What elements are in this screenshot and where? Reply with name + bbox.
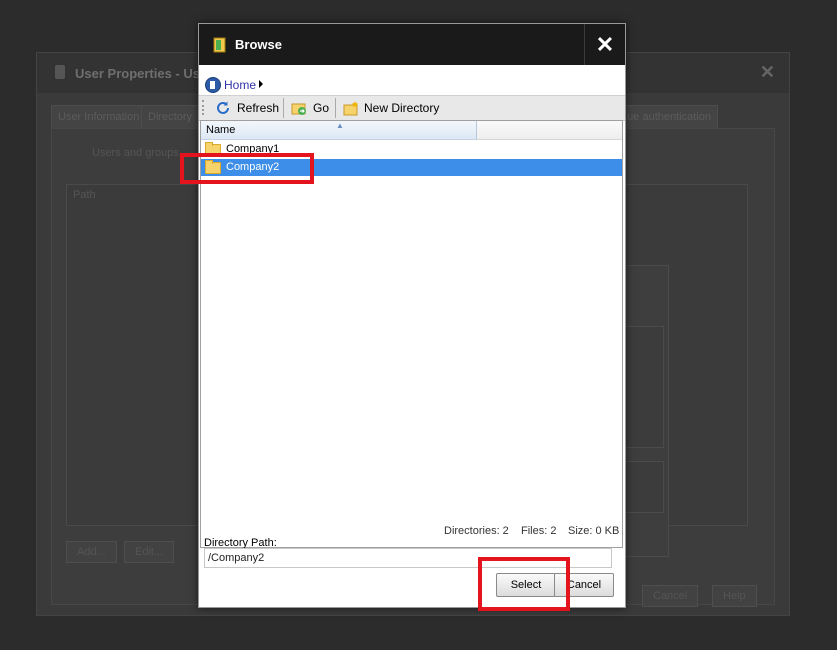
refresh-button[interactable]: Refresh <box>213 98 279 118</box>
list-item-label: Company1 <box>226 143 280 155</box>
background-tab-authentication: ...ue authentication <box>611 105 718 129</box>
go-button[interactable]: Go <box>289 98 331 118</box>
browse-door-icon <box>213 37 226 53</box>
go-folder-icon <box>291 103 306 115</box>
new-directory-button[interactable]: New Directory <box>341 98 441 118</box>
close-button[interactable]: ✕ <box>584 24 625 65</box>
status-files: Files: 2 <box>521 525 557 537</box>
background-add-button: Add... <box>66 541 117 563</box>
column-name-label: Name <box>206 124 236 136</box>
new-folder-icon <box>343 101 359 116</box>
browse-dialog: Browse ✕ Home Refresh Go New Directory N… <box>198 23 626 608</box>
list-item[interactable]: Company1 <box>201 141 622 158</box>
background-help-button: Help <box>712 585 757 607</box>
breadcrumb-arrow-icon[interactable] <box>259 80 263 88</box>
toolbar: Refresh Go New Directory <box>199 95 625 121</box>
refresh-icon <box>217 101 229 114</box>
toolbar-grip <box>202 100 206 115</box>
file-list: Name ▲ Company1 Company2 <box>200 120 623 548</box>
column-header-name[interactable]: Name ▲ <box>201 121 477 140</box>
new-directory-label: New Directory <box>364 101 440 115</box>
column-header-empty <box>477 121 622 140</box>
sort-indicator-icon: ▲ <box>336 121 344 130</box>
list-item-label: Company2 <box>226 161 280 173</box>
background-tab-directory: Directory <box>141 105 200 129</box>
background-close-icon: ✕ <box>759 62 775 82</box>
select-button[interactable]: Select <box>496 573 556 597</box>
background-cancel-button: Cancel <box>642 585 699 607</box>
status-directories: Directories: 2 <box>444 525 509 537</box>
list-item-selected[interactable]: Company2 <box>201 159 622 176</box>
breadcrumb-home-link[interactable]: Home <box>224 78 256 92</box>
background-panel-text: Users and groups... <box>92 147 188 159</box>
dialog-title: Browse <box>235 37 282 52</box>
go-label: Go <box>313 101 330 115</box>
home-icon <box>205 77 221 93</box>
status-size: Size: 0 KB <box>568 525 620 537</box>
background-list-header: Path <box>73 189 96 201</box>
dialog-titlebar: Browse ✕ <box>199 24 625 65</box>
background-edit-button: Edit... <box>124 541 175 563</box>
lock-icon <box>55 65 65 79</box>
refresh-label: Refresh <box>237 101 280 115</box>
background-window-title: User Properties - Use <box>75 66 208 81</box>
toolbar-separator <box>283 98 284 118</box>
folder-icon <box>205 160 221 174</box>
directory-path-input[interactable] <box>204 548 612 568</box>
cancel-button[interactable]: Cancel <box>554 573 614 597</box>
background-tab-user-information: User Information <box>51 105 147 129</box>
folder-icon <box>205 142 221 156</box>
toolbar-separator <box>335 98 336 118</box>
